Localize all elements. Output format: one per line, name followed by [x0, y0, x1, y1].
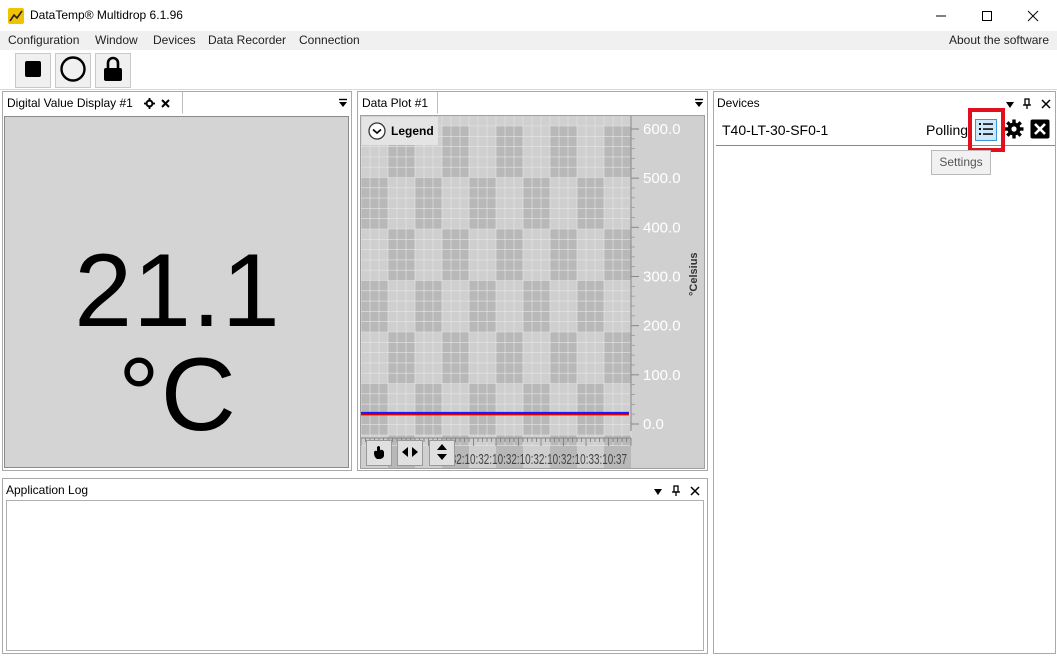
stop-icon: [24, 60, 42, 81]
menu-devices[interactable]: Devices: [153, 33, 196, 47]
title-bar: DataTemp® Multidrop 6.1.96: [0, 0, 1057, 31]
hand-pointer-icon: [371, 444, 387, 463]
lock-icon: [102, 56, 124, 85]
record-icon: [59, 55, 87, 86]
panel-menu-icon[interactable]: [337, 96, 349, 110]
device-configure-button[interactable]: [1003, 119, 1025, 141]
tab-data-plot[interactable]: Data Plot #1: [358, 92, 438, 114]
temperature-value: 21.1 °C: [74, 233, 281, 453]
pin-icon[interactable]: [1021, 97, 1033, 111]
close-window-button[interactable]: [1010, 0, 1056, 31]
y-tick-label: 100.0: [643, 367, 681, 384]
y-tick-label: 200.0: [643, 318, 681, 335]
vertical-zoom-button[interactable]: [429, 440, 455, 466]
data-plot-area[interactable]: 600.0 500.0 400.0 300.0 200.0 100.0 0.0 °Celsiu…: [360, 115, 705, 469]
toolbar: [0, 50, 1057, 90]
settings-tooltip: Settings: [931, 150, 991, 175]
menu-bar: Configuration Window Devices Data Record…: [0, 31, 1057, 50]
devices-panel: Devices: [713, 91, 1056, 654]
application-log-panel: Application Log: [2, 478, 708, 654]
y-axis-label: °Celsius: [688, 252, 700, 296]
menu-data-recorder[interactable]: Data Recorder: [208, 33, 286, 47]
y-tick-label: 500.0: [643, 170, 681, 187]
close-tab-icon[interactable]: [159, 96, 171, 110]
minimize-button[interactable]: [918, 0, 964, 31]
y-tick-label: 0.0: [643, 416, 664, 433]
tab-label: Data Plot #1: [362, 96, 429, 110]
log-content-area[interactable]: [6, 500, 704, 651]
tab-digital-value-display[interactable]: Digital Value Display #1: [3, 92, 183, 114]
menu-configuration[interactable]: Configuration: [8, 33, 79, 47]
menu-window[interactable]: Window: [95, 33, 138, 47]
tab-label: Digital Value Display #1: [7, 96, 133, 110]
stop-button[interactable]: [15, 53, 51, 88]
close-panel-icon[interactable]: [1040, 97, 1052, 111]
lock-button[interactable]: [95, 53, 131, 88]
close-box-icon: [1030, 119, 1050, 142]
device-name: T40-LT-30-SF0-1: [722, 122, 829, 138]
pan-tool-button[interactable]: [366, 440, 392, 466]
legend-label: Legend: [391, 124, 434, 138]
x-tick-labels: 10:32:10:32:10:32:10:32:10:32:10:33:10:3…: [437, 451, 627, 468]
horizontal-zoom-button[interactable]: [397, 440, 423, 466]
gear-icon: [1004, 119, 1024, 142]
device-status: Polling: [926, 122, 969, 138]
arrows-horizontal-icon: [401, 446, 419, 461]
panel-settings-icon[interactable]: [143, 96, 155, 110]
panel-title: Application Log: [6, 483, 89, 497]
maximize-button[interactable]: [964, 0, 1010, 31]
app-logo-icon: [8, 8, 24, 24]
dropdown-icon[interactable]: [652, 485, 664, 499]
plot-grid: 600.0 500.0 400.0 300.0 200.0 100.0 0.0 °Celsiu…: [361, 116, 700, 468]
panel-menu-icon[interactable]: [693, 96, 705, 110]
y-tick-label: 400.0: [643, 219, 681, 236]
y-tick-label: 600.0: [643, 121, 681, 138]
menu-about[interactable]: About the software: [949, 33, 1049, 47]
digital-value-display: 21.1 °C: [4, 116, 349, 468]
panel-title: Devices: [717, 96, 760, 110]
highlight-annotation: [968, 108, 1005, 152]
menu-connection[interactable]: Connection: [299, 33, 360, 47]
dropdown-icon[interactable]: [1004, 98, 1016, 112]
device-remove-button[interactable]: [1029, 119, 1051, 141]
arrows-vertical-icon: [436, 443, 448, 464]
legend-toggle[interactable]: Legend: [362, 117, 438, 145]
window-title: DataTemp® Multidrop 6.1.96: [30, 8, 183, 22]
pin-icon[interactable]: [670, 484, 682, 498]
y-tick-label: 300.0: [643, 269, 681, 286]
close-panel-icon[interactable]: [689, 484, 701, 498]
chevron-down-icon: [368, 122, 386, 140]
record-button[interactable]: [55, 53, 91, 88]
